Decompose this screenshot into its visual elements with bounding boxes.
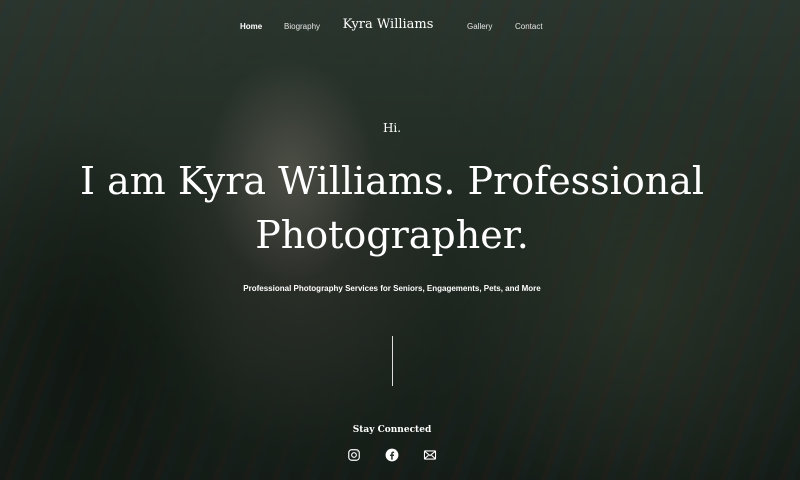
email-icon[interactable]	[423, 448, 437, 462]
vertical-divider	[392, 336, 393, 386]
hero-section: Home Biography Kyra Williams Gallery Con…	[0, 0, 800, 480]
main-navigation: Home Biography Kyra Williams Gallery Con…	[0, 14, 800, 42]
social-links	[342, 448, 442, 464]
hero-subtitle: Professional Photography Services for Se…	[243, 284, 541, 293]
site-logo-title[interactable]: Kyra Williams	[318, 17, 458, 32]
hero-headline: I am Kyra Williams. Professional Photogr…	[79, 159, 704, 257]
stay-connected-heading: Stay Connected	[352, 425, 432, 435]
nav-home-link[interactable]: Home	[240, 22, 262, 31]
instagram-icon[interactable]	[347, 448, 361, 462]
nav-gallery-link[interactable]: Gallery	[467, 22, 492, 31]
facebook-icon[interactable]	[385, 448, 399, 462]
nav-contact-link[interactable]: Contact	[515, 22, 543, 31]
nav-biography-link[interactable]: Biography	[284, 22, 320, 31]
hero-greeting: Hi.	[382, 121, 402, 135]
